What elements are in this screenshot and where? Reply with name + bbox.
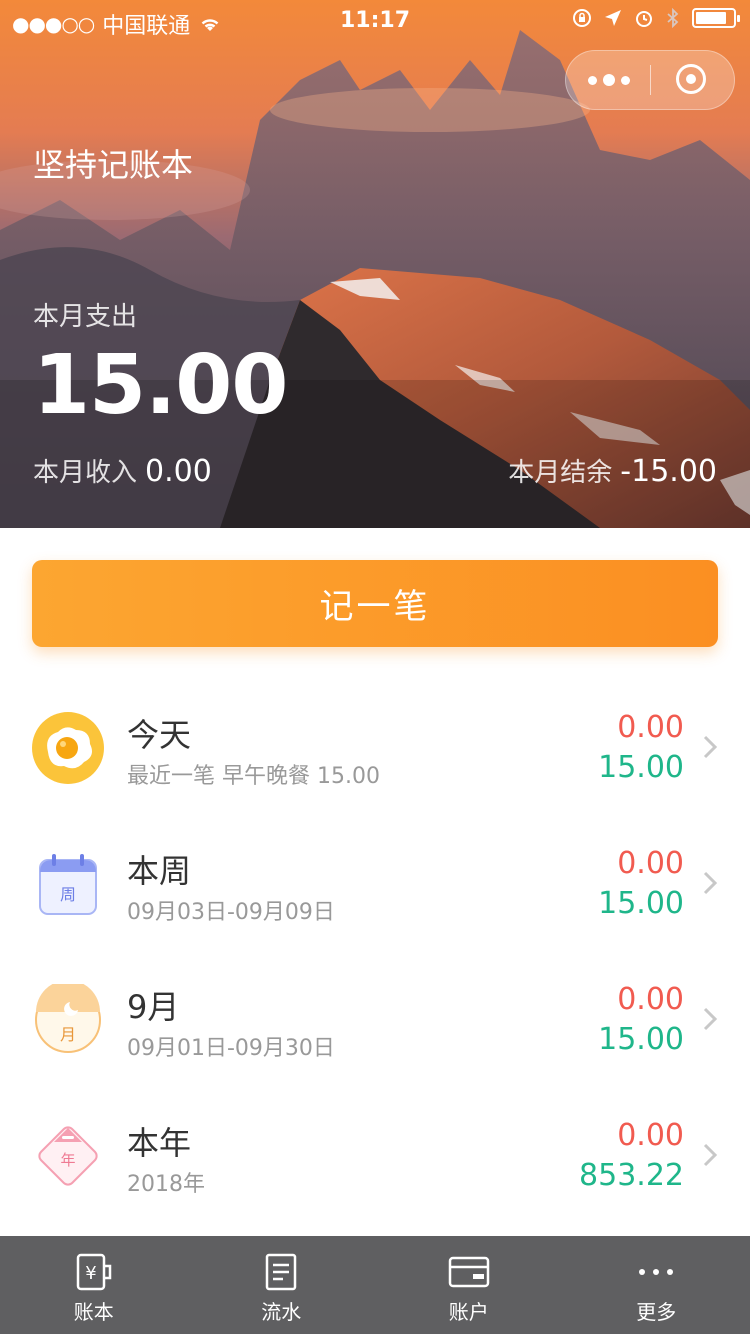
app-title: 坚持记账本 — [33, 146, 194, 184]
summary-row-month[interactable]: 月 9月 09月01日-09月30日 0.00 15.00 — [0, 972, 750, 1108]
tab-label: 更多 — [636, 1300, 677, 1324]
month-balance: 本月结余 -15.00 — [508, 452, 717, 489]
tab-more[interactable]: 更多 — [563, 1236, 750, 1334]
list-icon — [266, 1253, 297, 1291]
location-icon — [605, 10, 621, 26]
month-balance-label: 本月结余 — [508, 458, 613, 488]
svg-text:¥: ¥ — [85, 1263, 96, 1284]
chevron-right-icon — [703, 871, 718, 895]
ledger-icon: ¥ — [76, 1253, 111, 1291]
tab-transactions[interactable]: 流水 — [188, 1236, 376, 1334]
row-expense-value: 15.00 — [598, 750, 684, 785]
header-banner: ●●●○○ 中国联通 11:17 坚持记账本 本月支出 15.00 本月收入 0… — [0, 0, 750, 528]
chevron-right-icon — [703, 735, 718, 759]
summary-row-year[interactable]: 年 本年 2018年 0.00 853.22 — [0, 1108, 750, 1244]
tab-ledger[interactable]: ¥ 账本 — [0, 1236, 188, 1334]
capsule-divider — [650, 65, 651, 95]
row-expense-value: 15.00 — [598, 1022, 684, 1057]
status-bar: ●●●○○ 中国联通 11:17 — [0, 0, 750, 40]
tab-label: 流水 — [261, 1300, 302, 1324]
month-expense-label: 本月支出 — [33, 302, 138, 332]
bluetooth-icon — [667, 8, 679, 28]
bottom-tab-bar: ¥ 账本 流水 账户 更多 — [0, 1236, 750, 1334]
month-income: 本月收入 0.00 — [33, 452, 212, 489]
alarm-icon — [636, 11, 652, 27]
close-miniprogram-icon[interactable] — [676, 64, 706, 94]
chevron-right-icon — [703, 1007, 718, 1031]
month-expense-value: 15.00 — [33, 338, 288, 433]
tab-label: 账户 — [448, 1300, 489, 1324]
rotation-lock-icon — [573, 9, 591, 27]
battery-icon — [692, 8, 740, 28]
fried-egg-icon — [32, 712, 104, 784]
row-subtitle: 最近一笔 早午晚餐 15.00 — [127, 764, 380, 789]
row-title: 今天 — [127, 716, 192, 754]
row-income-value: 0.00 — [617, 846, 684, 881]
row-title: 9月 — [127, 988, 180, 1026]
calendar-year-icon-label: 年 — [60, 1151, 75, 1169]
card-icon — [448, 1256, 489, 1288]
month-balance-value: -15.00 — [620, 454, 717, 489]
summary-row-today[interactable]: 今天 最近一笔 早午晚餐 15.00 0.00 15.00 — [0, 700, 750, 836]
more-dots-icon — [639, 1269, 674, 1275]
row-title: 本年 — [127, 1124, 192, 1162]
row-income-value: 0.00 — [617, 982, 684, 1017]
row-subtitle: 09月01日-09月30日 — [127, 1036, 335, 1061]
calendar-week-icon-label: 周 — [60, 885, 76, 904]
row-subtitle: 2018年 — [127, 1172, 205, 1197]
row-income-value: 0.00 — [617, 710, 684, 745]
row-expense-value: 15.00 — [598, 886, 684, 921]
record-entry-button[interactable]: 记一笔 — [32, 560, 718, 647]
more-menu-button[interactable] — [566, 51, 651, 109]
row-subtitle: 09月03日-09月09日 — [127, 900, 335, 925]
month-income-label: 本月收入 — [33, 458, 138, 488]
tab-label: 账本 — [73, 1300, 114, 1324]
chevron-right-icon — [703, 1143, 718, 1167]
tab-accounts[interactable]: 账户 — [375, 1236, 563, 1334]
row-income-value: 0.00 — [617, 1118, 684, 1153]
month-income-value: 0.00 — [145, 454, 212, 489]
calendar-month-icon-label: 月 — [60, 1025, 76, 1044]
calendar-week-icon: 周 — [39, 854, 97, 915]
calendar-year-icon: 年 — [38, 1126, 98, 1186]
row-expense-value: 853.22 — [579, 1158, 684, 1193]
calendar-month-icon: 月 — [35, 984, 101, 1053]
summary-row-week[interactable]: 周 本周 09月03日-09月09日 0.00 15.00 — [0, 836, 750, 972]
miniprogram-capsule — [565, 50, 735, 110]
row-title: 本周 — [127, 852, 192, 890]
